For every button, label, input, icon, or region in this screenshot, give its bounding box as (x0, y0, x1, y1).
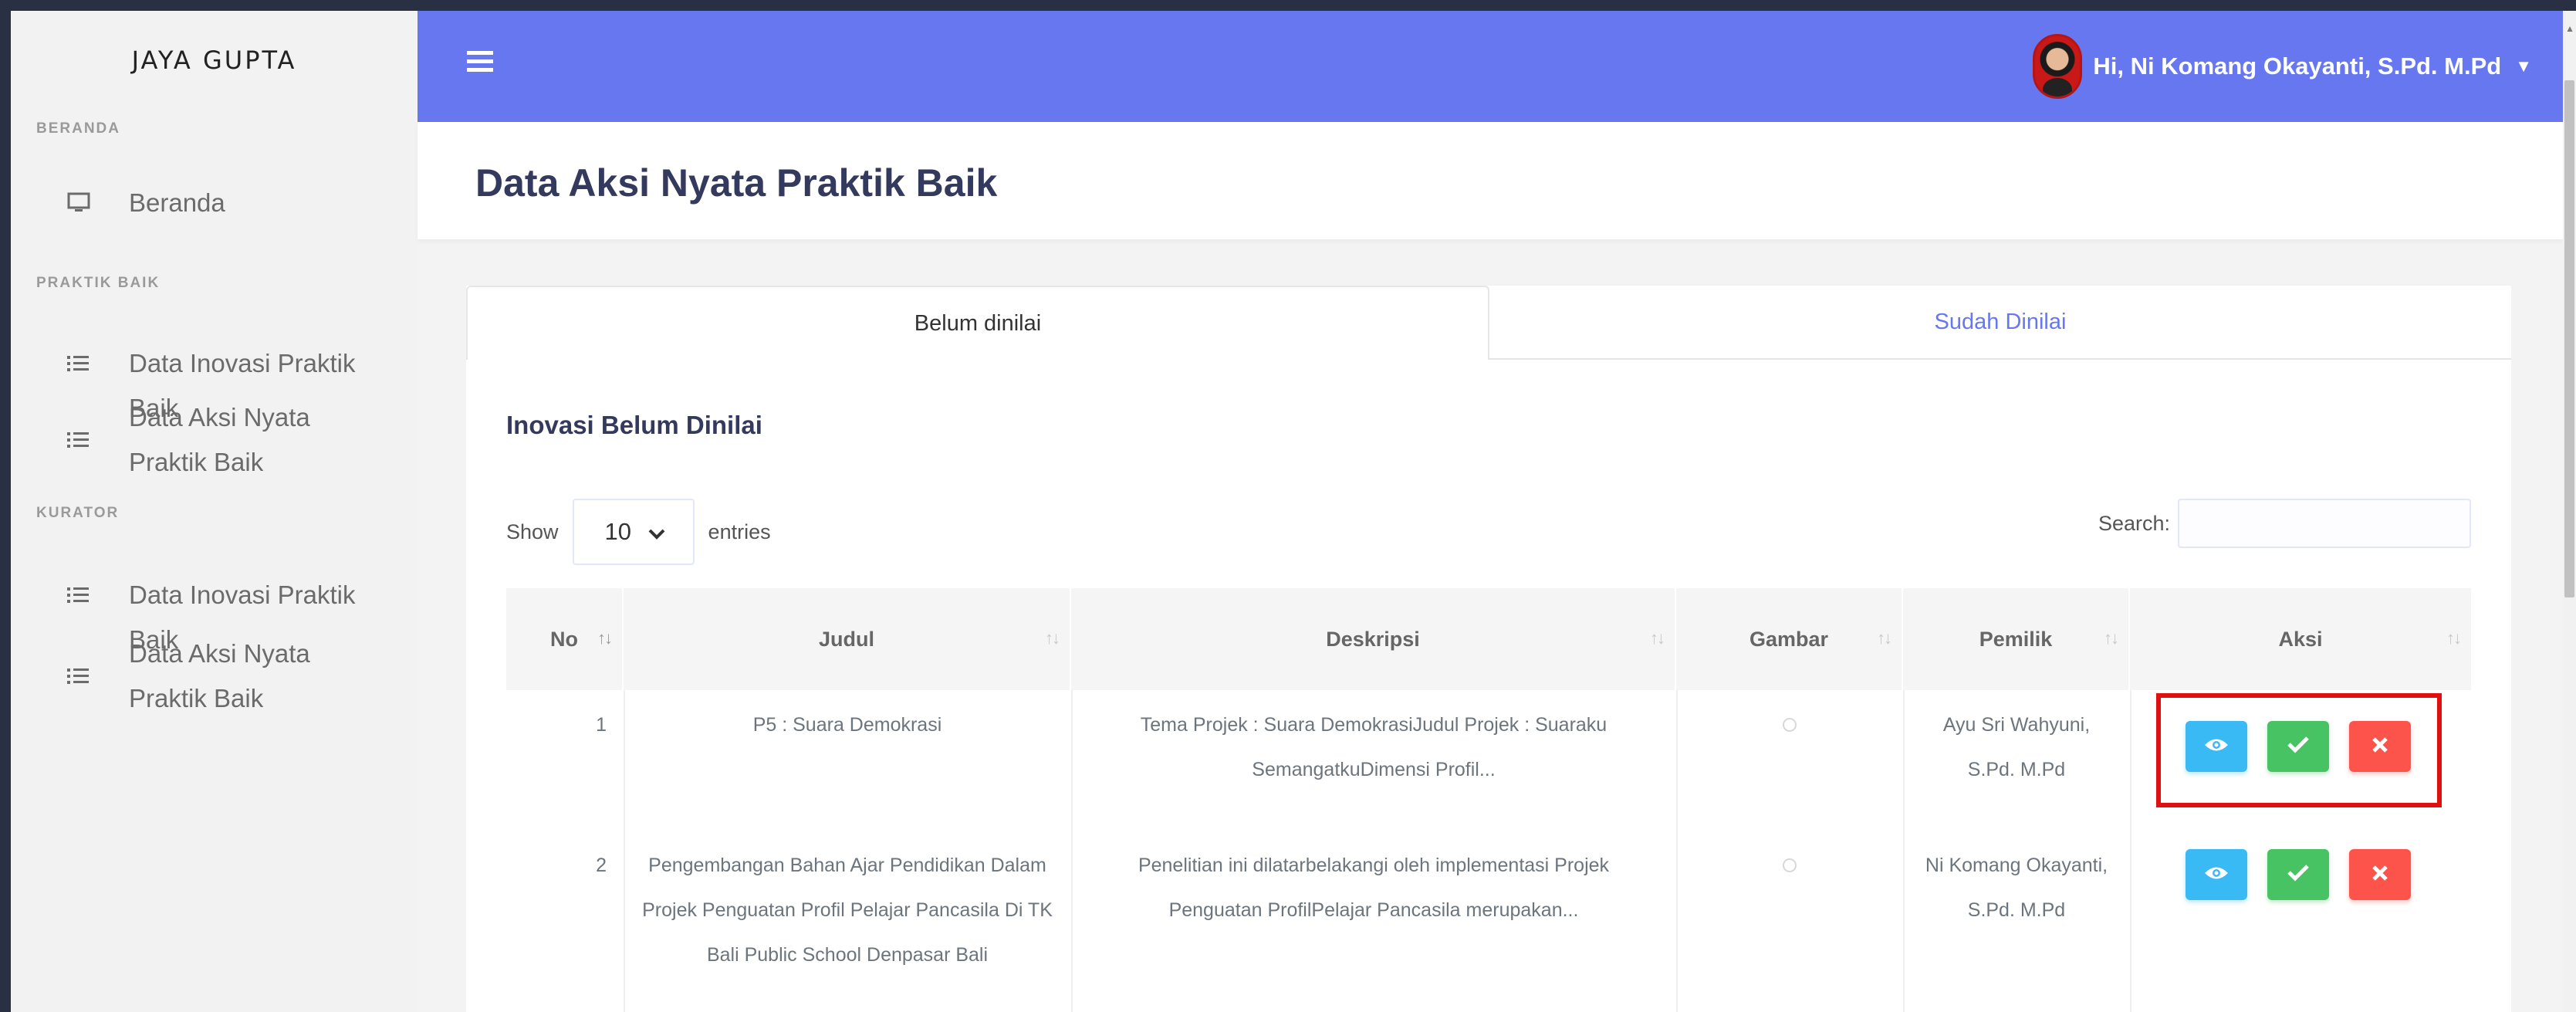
entries-length-control: Show 10 entries (506, 499, 771, 565)
sidebar-section-kurator: KURATOR (36, 505, 120, 521)
cell-pemilik: Ni Komang Okayanti, S.Pd. M.Pd (1925, 855, 2108, 921)
user-menu[interactable]: Hi, Ni Komang Okayanti, S.Pd. M.Pd ▼ (2033, 34, 2532, 99)
sidebar-section-beranda: BERANDA (36, 120, 120, 137)
sort-icon: ↑↓ (1877, 628, 1892, 648)
cell-judul: Pengembangan Bahan Ajar Pendidikan Dalam… (642, 855, 1053, 966)
tab-bar: Belum dinilai Sudah Dinilai (466, 286, 2511, 360)
list-icon (67, 395, 98, 485)
column-header-pemilik[interactable]: Pemilik ↑↓ (1903, 588, 2130, 690)
check-icon (2287, 861, 2310, 888)
image-placeholder-icon (1783, 858, 1797, 872)
column-divider (1071, 690, 1073, 1012)
top-navbar: Hi, Ni Komang Okayanti, S.Pd. M.Pd ▼ (418, 11, 2563, 122)
sort-icon: ↑↓ (1045, 628, 1060, 648)
app-window: JAYA GUPTA BERANDA Beranda PRAKTIK BAIK … (0, 0, 2576, 1012)
sort-icon: ↑↓ (597, 628, 613, 648)
scroll-up-arrow-icon[interactable]: ▲ (2565, 23, 2574, 34)
entries-select[interactable]: 10 (572, 499, 695, 565)
page-scrollbar[interactable]: ▲ (2563, 11, 2576, 1012)
sidebar-item-label: Data Aksi Nyata Praktik Baik (129, 639, 310, 712)
table-search: Search: (2098, 499, 2471, 548)
column-divider (2130, 690, 2131, 1012)
column-label: Gambar (1749, 627, 1829, 651)
list-icon (67, 341, 98, 386)
check-icon (2287, 733, 2310, 760)
sidebar-section-praktik-baik: PRAKTIK BAIK (36, 275, 161, 291)
caret-down-icon: ▼ (2515, 56, 2532, 76)
hamburger-menu-icon[interactable] (467, 48, 493, 79)
sidebar-item-label: Data Aksi Nyata Praktik Baik (129, 403, 310, 476)
search-input[interactable] (2178, 499, 2471, 548)
column-label: Deskripsi (1326, 627, 1420, 651)
entries-label: entries (708, 520, 771, 543)
card-subtitle: Inovasi Belum Dinilai (506, 411, 762, 439)
image-placeholder-icon (1783, 718, 1797, 732)
page-title: Data Aksi Nyata Praktik Baik (475, 161, 998, 205)
column-header-no[interactable]: No ↑↓ (506, 588, 624, 690)
sidebar-item-label: Beranda (129, 188, 225, 217)
window-top-edge (0, 0, 2576, 11)
view-button[interactable] (2186, 721, 2247, 772)
main-card: Belum dinilai Sudah Dinilai Inovasi Belu… (466, 286, 2511, 1012)
cell-deskripsi: Penelitian ini dilatarbelakangi oleh imp… (1138, 855, 1610, 921)
table-header: No ↑↓ Judul ↑↓ Deskripsi ↑↓ Gambar ↑↓ Pe… (506, 588, 2471, 690)
entries-value: 10 (604, 518, 632, 545)
column-label: Aksi (2278, 627, 2323, 651)
section-header: Data Aksi Nyata Praktik Baik (418, 122, 2563, 239)
list-icon (67, 631, 98, 721)
column-header-gambar[interactable]: Gambar ↑↓ (1676, 588, 1903, 690)
column-divider (1676, 690, 1678, 1012)
close-icon (2371, 861, 2388, 888)
view-button[interactable] (2186, 849, 2247, 900)
reject-button[interactable] (2349, 849, 2411, 900)
cell-deskripsi: Tema Projek : Suara DemokrasiJudul Proje… (1140, 714, 1607, 780)
column-header-judul[interactable]: Judul ↑↓ (624, 588, 1071, 690)
cell-judul: P5 : Suara Demokrasi (752, 714, 942, 736)
window-left-edge (0, 0, 11, 1012)
column-label: Pemilik (1979, 627, 2053, 651)
user-greeting: Hi, Ni Komang Okayanti, S.Pd. M.Pd (2093, 52, 2502, 80)
close-icon (2371, 733, 2388, 760)
sort-icon: ↑↓ (2446, 628, 2462, 648)
sidebar-item-data-aksi-nyata[interactable]: Data Aksi Nyata Praktik Baik (36, 395, 407, 485)
reject-button[interactable] (2349, 721, 2411, 772)
chevron-down-icon (648, 518, 665, 546)
sort-icon: ↑↓ (1650, 628, 1665, 648)
column-label: Judul (819, 627, 874, 651)
approve-button[interactable] (2267, 849, 2329, 900)
column-divider (624, 690, 625, 1012)
tab-sudah-dinilai[interactable]: Sudah Dinilai (1489, 286, 2511, 360)
eye-icon (2203, 733, 2229, 760)
column-label: No (550, 627, 578, 651)
list-icon (67, 573, 98, 618)
sort-icon: ↑↓ (2104, 628, 2119, 648)
cell-no: 1 (596, 714, 607, 736)
column-header-aksi[interactable]: Aksi ↑↓ (2130, 588, 2471, 690)
monitor-icon (67, 181, 98, 225)
search-label: Search: (2098, 511, 2170, 535)
tab-belum-dinilai[interactable]: Belum dinilai (466, 286, 1489, 360)
avatar (2033, 34, 2083, 99)
cell-no: 2 (596, 855, 607, 876)
column-divider (1903, 690, 1905, 1012)
brand-logo[interactable]: JAYA GUPTA (11, 11, 418, 110)
show-label: Show (506, 520, 559, 543)
sidebar-item-kurator-data-aksi-nyata[interactable]: Data Aksi Nyata Praktik Baik (36, 631, 407, 721)
sidebar-item-beranda[interactable]: Beranda (36, 181, 407, 225)
column-header-deskripsi[interactable]: Deskripsi ↑↓ (1071, 588, 1676, 690)
cell-pemilik: Ayu Sri Wahyuni, S.Pd. M.Pd (1942, 714, 2091, 780)
sidebar: JAYA GUPTA BERANDA Beranda PRAKTIK BAIK … (11, 11, 418, 1012)
eye-icon (2203, 861, 2229, 888)
scroll-thumb[interactable] (2564, 80, 2574, 597)
approve-button[interactable] (2267, 721, 2329, 772)
